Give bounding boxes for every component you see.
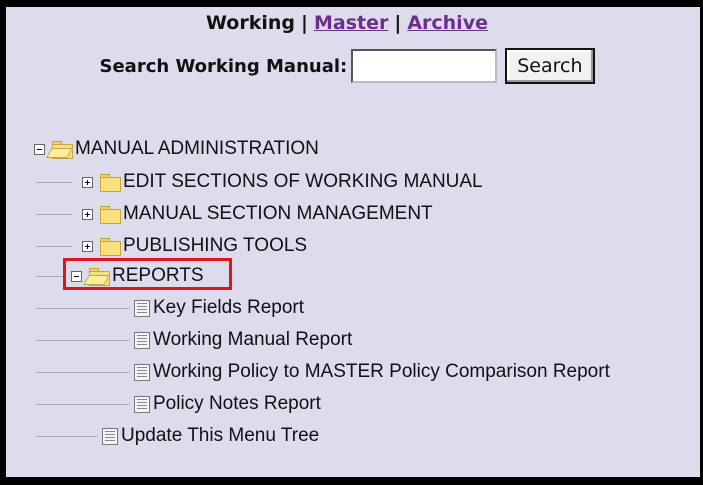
report-label[interactable]: Policy Notes Report: [153, 393, 321, 415]
tree-connector-line: [36, 340, 130, 341]
plus-toggle-icon[interactable]: [82, 176, 93, 188]
highlight-box: [63, 258, 232, 290]
report-policy-notes[interactable]: Policy Notes Report: [134, 391, 321, 417]
plus-toggle-icon[interactable]: [82, 240, 93, 252]
manual-nav: Working | Master | Archive: [0, 12, 694, 34]
tree-connector-line: [36, 308, 130, 309]
tree-connector-line: [36, 436, 98, 437]
tree-connector-line: [36, 372, 130, 373]
document-icon: [134, 331, 150, 349]
nav-separator: |: [394, 12, 402, 34]
tree-node-label[interactable]: PUBLISHING TOOLS: [123, 235, 307, 257]
tree-node-manual-section-management[interactable]: MANUAL SECTION MANAGEMENT: [82, 201, 433, 227]
document-icon: [134, 363, 150, 381]
search-label: Search Working Manual:: [99, 55, 348, 77]
search-button[interactable]: Search: [505, 48, 595, 84]
folder-icon: [99, 205, 121, 224]
tree-node-label[interactable]: MANUAL SECTION MANAGEMENT: [123, 203, 433, 225]
tree-node-label[interactable]: Update This Menu Tree: [121, 425, 319, 447]
nav-current-working: Working: [206, 12, 296, 34]
tree-connector-line: [36, 182, 72, 183]
tree-connector-line: [36, 276, 66, 277]
nav-link-master[interactable]: Master: [314, 12, 388, 34]
folder-icon: [99, 237, 121, 256]
document-icon: [134, 395, 150, 413]
tree-connector-line: [36, 404, 130, 405]
plus-toggle-icon[interactable]: [82, 208, 93, 220]
report-key-fields[interactable]: Key Fields Report: [134, 295, 304, 321]
tree-node-publishing-tools[interactable]: PUBLISHING TOOLS: [82, 233, 307, 259]
open-folder-icon: [46, 140, 73, 159]
tree-node-manual-administration[interactable]: MANUAL ADMINISTRATION: [34, 136, 319, 162]
report-working-manual[interactable]: Working Manual Report: [134, 327, 352, 353]
tree-connector-line: [36, 214, 72, 215]
nav-link-archive[interactable]: Archive: [407, 12, 488, 34]
tree-node-label[interactable]: MANUAL ADMINISTRATION: [75, 138, 319, 160]
document-icon: [102, 427, 118, 445]
search-input[interactable]: [351, 49, 498, 83]
tree-node-update-menu-tree[interactable]: Update This Menu Tree: [102, 423, 319, 449]
tree-connector-line: [36, 246, 72, 247]
search-row: Search Working Manual: Search: [0, 48, 694, 84]
report-label[interactable]: Key Fields Report: [153, 297, 304, 319]
minus-toggle-icon[interactable]: [34, 143, 45, 155]
folder-icon: [99, 173, 121, 192]
tree-node-edit-sections[interactable]: EDIT SECTIONS OF WORKING MANUAL: [82, 169, 483, 195]
report-label[interactable]: Working Policy to MASTER Policy Comparis…: [153, 361, 610, 383]
tree-node-label[interactable]: EDIT SECTIONS OF WORKING MANUAL: [123, 171, 483, 193]
report-label[interactable]: Working Manual Report: [153, 329, 352, 351]
document-icon: [134, 299, 150, 317]
nav-separator: |: [301, 12, 308, 34]
report-policy-comparison[interactable]: Working Policy to MASTER Policy Comparis…: [134, 359, 610, 385]
